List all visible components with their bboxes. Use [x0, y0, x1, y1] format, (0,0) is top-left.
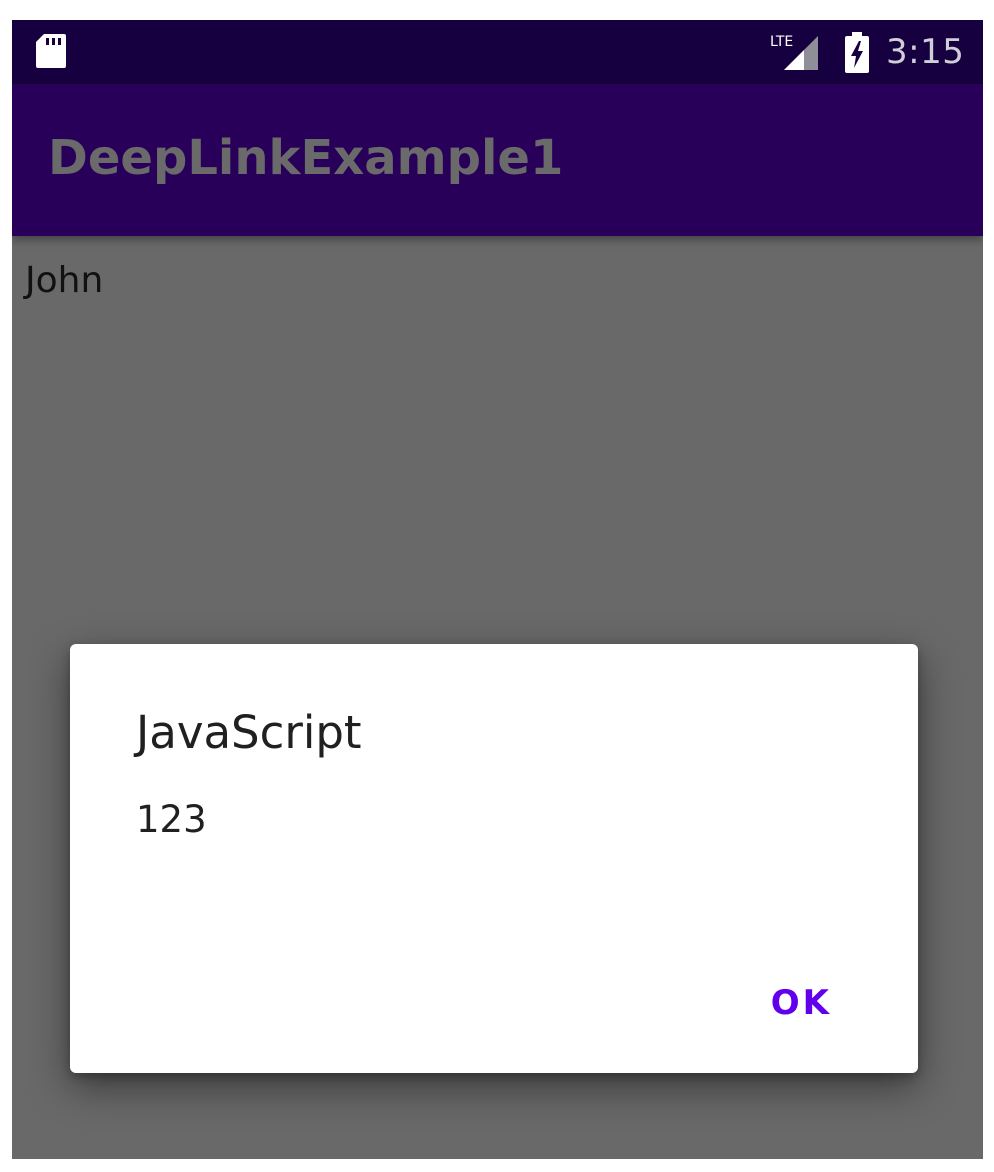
battery-charging-icon: [845, 32, 869, 73]
dialog-title: JavaScript: [136, 706, 362, 759]
content-name-text: John: [25, 260, 104, 301]
ok-button[interactable]: OK: [755, 973, 848, 1033]
lte-signal-icon: LTE: [770, 34, 818, 70]
network-label: LTE: [770, 34, 793, 50]
app-title: DeepLinkExample1: [48, 130, 564, 186]
status-bar: LTE 3:15: [12, 20, 983, 84]
app-bar: DeepLinkExample1: [12, 84, 983, 236]
status-time: 3:15: [886, 32, 965, 72]
device-screen: LTE 3:15 DeepLinkExample1 John JavaScrip…: [12, 20, 983, 1159]
alert-dialog: JavaScript 123 OK: [70, 644, 918, 1073]
sd-card-icon: [36, 34, 66, 68]
dialog-message: 123: [136, 798, 207, 841]
